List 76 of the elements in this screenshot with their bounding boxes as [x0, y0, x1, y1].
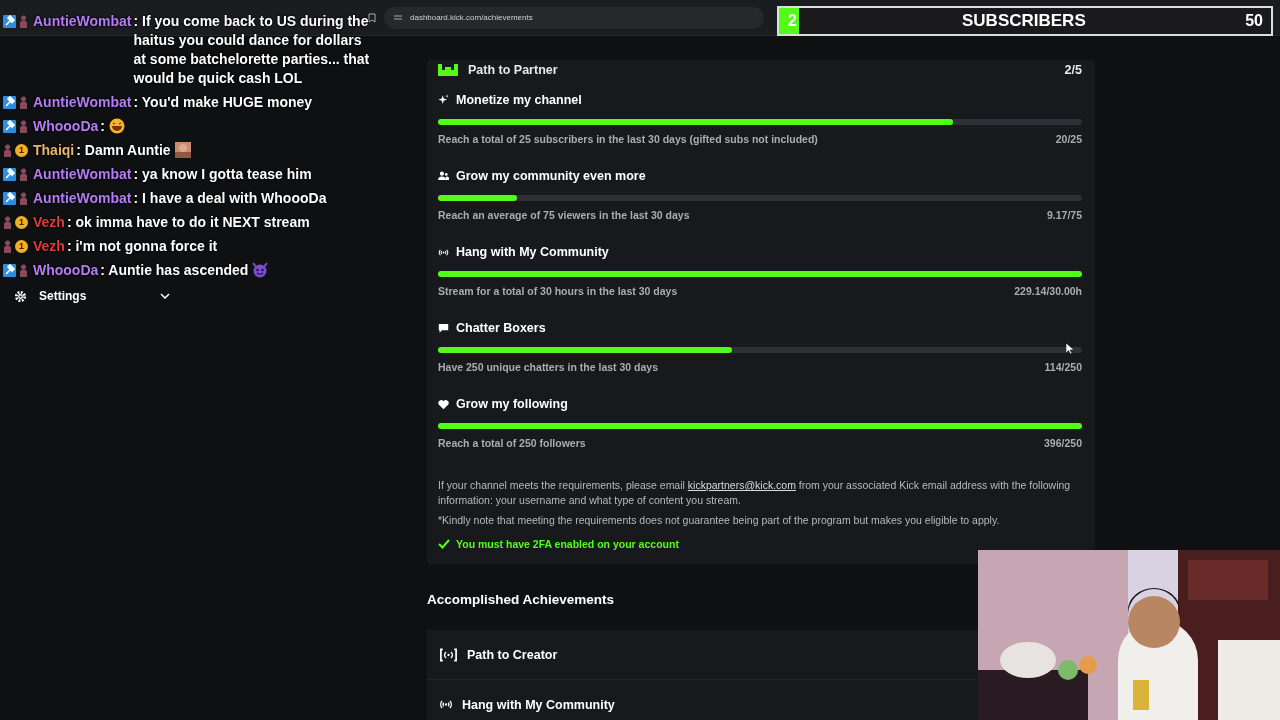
logo-icon — [438, 64, 458, 76]
chat-text: : Damn Auntie — [76, 141, 171, 160]
goal-description: Have 250 unique chatters in the last 30 days — [438, 361, 658, 373]
people-icon — [438, 170, 449, 182]
hammer-badge-icon — [3, 168, 16, 181]
site-settings-icon[interactable] — [394, 14, 402, 21]
achievement-item[interactable]: Path to Creator — [427, 630, 978, 680]
figure-badge-icon — [19, 120, 28, 133]
progress-reading: 229.14/30.00h — [1014, 285, 1082, 297]
goal-description: Reach a total of 25 subscribers in the last 30 days (gifted subs not included) — [438, 133, 818, 145]
progress-count: 2/5 — [1064, 63, 1082, 77]
chat-username[interactable]: Thaiqi — [33, 141, 75, 160]
section-title: Path to Partner — [468, 63, 558, 77]
requirements-note: If your channel meets the requirements, please email kickpartners@kick.com from your associated Kick email address with the following information: your username and what type of content you stream. — [438, 478, 1072, 508]
chat-text: : — [100, 117, 105, 136]
figure-badge-icon — [19, 192, 28, 205]
chat-username[interactable]: AuntieWombat — [33, 93, 132, 112]
speech-bubble-icon — [438, 322, 449, 334]
chat-username[interactable]: WhoooDa — [33, 261, 99, 280]
settings-icon — [14, 289, 27, 303]
figure-badge-icon — [19, 15, 28, 28]
chat-username[interactable]: AuntieWombat — [33, 165, 132, 184]
cursor-icon — [1066, 343, 1074, 354]
address-bar[interactable]: dashboard.kick.com/achievements — [384, 6, 764, 29]
goal-description: Reach an average of 75 viewers in the last 30 days — [438, 209, 690, 221]
chat-text: : i'm not gonna force it — [66, 237, 218, 256]
hammer-badge-icon — [3, 15, 16, 28]
goal-description: Reach a total of 250 followers — [438, 437, 586, 449]
chat-text: : You'd make HUGE money — [133, 93, 313, 112]
chat-username[interactable]: Vezh — [33, 237, 65, 256]
progress-reading: 114/250 — [1044, 361, 1082, 373]
bookmark-icon[interactable] — [368, 12, 376, 23]
figure-badge-icon — [19, 96, 28, 109]
chat-text: : I have a deal with WhoooDa — [133, 189, 327, 208]
sidebar-item[interactable]: Settings — [10, 286, 178, 306]
goal-current: 2 — [787, 12, 798, 30]
email-link[interactable]: kickpartners@kick.com — [687, 479, 796, 491]
figure-badge-icon — [3, 144, 12, 157]
progress-reading: 396/250 — [1044, 437, 1082, 449]
goal-description: Stream for a total of 30 hours in the last 30 days — [438, 285, 678, 297]
goal-title: Grow my community even more — [456, 169, 646, 183]
goal-title: Grow my following — [456, 397, 568, 411]
bracketed-broadcast-icon — [439, 647, 458, 662]
goal-target: 50 — [1245, 12, 1264, 30]
goal-title: Chatter Boxers — [456, 321, 546, 335]
figure-badge-icon — [19, 168, 28, 181]
figure-badge-icon — [3, 216, 12, 229]
chevron-down-icon — [160, 293, 170, 299]
chat-username[interactable]: Vezh — [33, 213, 65, 232]
chat-text: : ya know I gotta tease him — [133, 165, 312, 184]
chat-text: : If you come back to US during the haitus you could dance for dollars at some batchelorette parties... that would be quick cash LOL — [133, 12, 371, 88]
chat-username[interactable]: AuntieWombat — [33, 189, 132, 208]
goal-title: Monetize my channel — [456, 93, 582, 107]
chat-username[interactable]: AuntieWombat — [33, 12, 132, 31]
goal-title: Hang with My Community — [456, 245, 609, 259]
hammer-badge-icon — [3, 192, 16, 205]
disclaimer-text: *Kindly note that meeting the requirements does not guarantee being part of the program but makes you eligible to apply. — [438, 514, 1001, 526]
figure-badge-icon — [19, 264, 28, 277]
chat-text: : ok imma have to do it NEXT stream — [66, 213, 310, 232]
sparkle-icon — [438, 94, 449, 106]
hammer-badge-icon — [3, 264, 16, 277]
hammer-badge-icon — [3, 96, 16, 109]
broadcast-icon — [439, 699, 453, 710]
heart-icon — [438, 398, 449, 410]
progress-reading: 20/25 — [1055, 133, 1082, 145]
requirement-text: You must have 2FA enabled on your account — [456, 538, 679, 550]
chat-username[interactable]: WhoooDa — [33, 117, 99, 136]
goal-label: SUBSCRIBERS — [962, 11, 1087, 31]
progress-reading: 9.17/75 — [1046, 209, 1082, 221]
section-heading: Accomplished Achievements — [427, 592, 616, 609]
figure-badge-icon — [3, 240, 12, 253]
gifter-badge: 1 — [15, 144, 28, 157]
gifter-badge: 1 — [15, 216, 28, 229]
gifter-badge: 1 — [15, 240, 28, 253]
chat-text: : Auntie has ascended — [100, 261, 249, 280]
hammer-badge-icon — [3, 120, 16, 133]
